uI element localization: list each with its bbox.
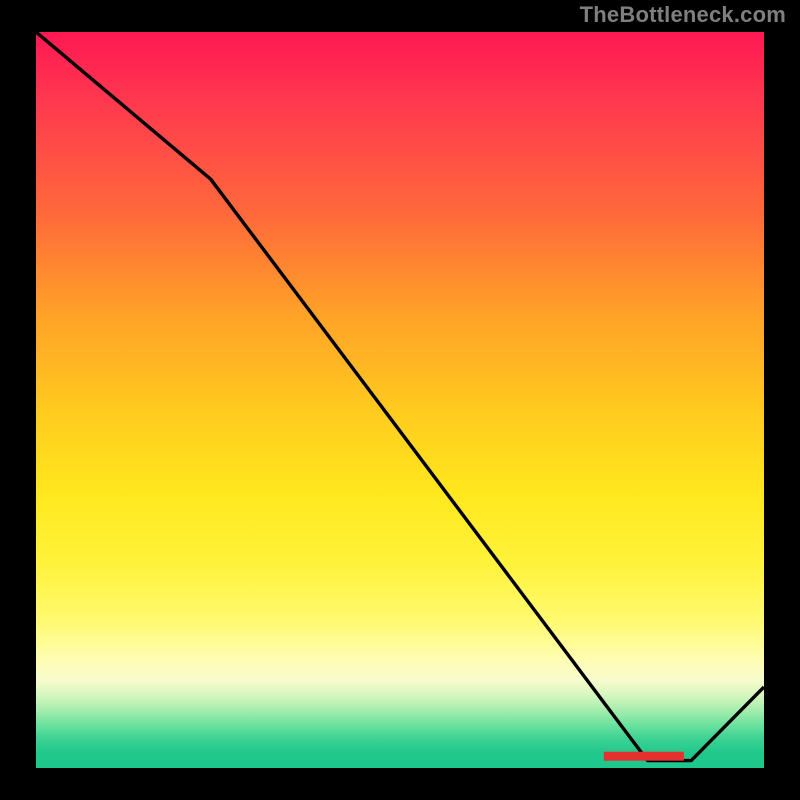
watermark-text: TheBottleneck.com [580, 2, 786, 28]
marker-label: GeForce RTX 40 [610, 752, 675, 762]
data-line [36, 32, 764, 761]
chart-canvas: TheBottleneck.com GeForce RTX 40 [0, 0, 800, 800]
chart-svg [36, 32, 764, 768]
plot-area: GeForce RTX 40 [36, 32, 764, 768]
